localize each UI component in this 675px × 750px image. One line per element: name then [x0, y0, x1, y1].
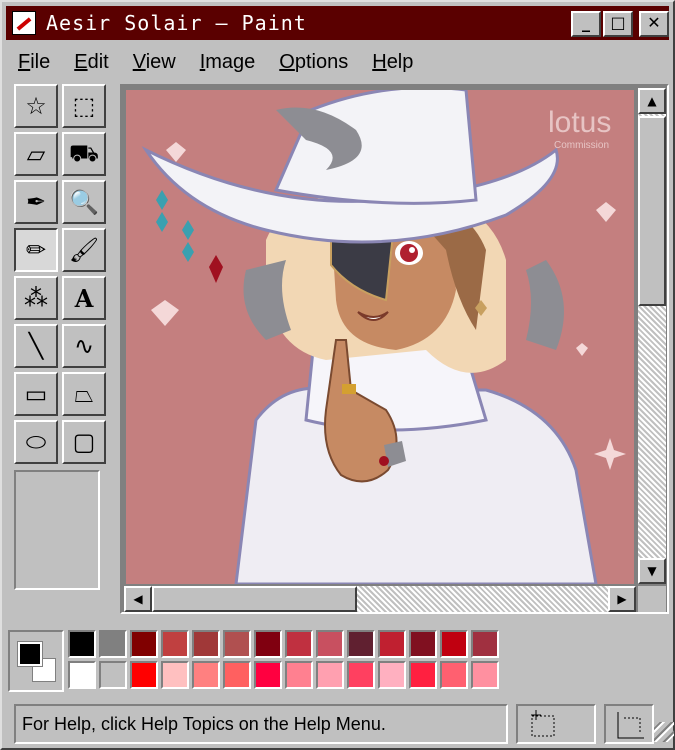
palette-swatch[interactable]: [223, 630, 251, 658]
scroll-left-arrow-icon[interactable]: ◀: [124, 586, 152, 612]
palette-swatch[interactable]: [68, 630, 96, 658]
magnifier-icon: 🔍: [69, 188, 99, 216]
palette-swatch[interactable]: [347, 661, 375, 689]
palette-swatch[interactable]: [378, 630, 406, 658]
eraser-icon: ▱: [26, 140, 46, 168]
rounded-rect-icon: ▢: [72, 428, 96, 456]
menu-options[interactable]: Options: [267, 51, 360, 74]
palette-swatch[interactable]: [316, 630, 344, 658]
rectangle-icon: ▭: [24, 380, 48, 408]
menu-help[interactable]: Help: [360, 51, 425, 74]
paint-app-icon[interactable]: [12, 11, 36, 35]
selection-size-panel: [604, 704, 654, 744]
text-icon: A: [74, 283, 94, 313]
title-bar[interactable]: Aesir Solair – Paint _ □ ✕: [6, 6, 669, 40]
palette-swatch[interactable]: [130, 661, 158, 689]
line-tool[interactable]: ╲: [14, 324, 58, 368]
magnifier-tool[interactable]: 🔍: [62, 180, 106, 224]
paint-window: Aesir Solair – Paint _ □ ✕ File Edit View I…: [0, 0, 675, 750]
fill-bucket-icon: ⛟: [68, 138, 100, 167]
horizontal-scrollbar[interactable]: ◀ ▶: [124, 586, 636, 612]
color-palette: [8, 626, 671, 696]
palette-swatch[interactable]: [285, 630, 313, 658]
window-title: Aesir Solair – Paint: [46, 11, 307, 35]
current-colors[interactable]: [8, 630, 64, 692]
canvas-frame: lotus Commission ▲ ▼ ◀ ▶: [120, 84, 669, 614]
status-text: For Help, click Help Topics on the Help …: [14, 704, 508, 744]
brush-tool[interactable]: 🖌: [62, 228, 106, 272]
scroll-corner: [638, 586, 666, 612]
rect-select-icon: ⬚: [72, 92, 96, 120]
palette-swatch[interactable]: [409, 661, 437, 689]
watermark-sub: Commission: [554, 140, 609, 151]
artwork: lotus Commission: [126, 90, 634, 584]
palette-swatch[interactable]: [161, 661, 189, 689]
palette-swatch[interactable]: [223, 661, 251, 689]
airbrush-tool[interactable]: ⁂: [14, 276, 58, 320]
ellipse-tool[interactable]: ⬭: [14, 420, 58, 464]
palette-swatch[interactable]: [471, 630, 499, 658]
palette-swatch[interactable]: [161, 630, 189, 658]
palette-swatch[interactable]: [192, 661, 220, 689]
horizontal-scroll-thumb[interactable]: [152, 586, 357, 612]
menu-image[interactable]: Image: [188, 51, 268, 74]
palette-swatch[interactable]: [378, 661, 406, 689]
palette-swatch[interactable]: [409, 630, 437, 658]
cursor-position-panel: [516, 704, 596, 744]
palette-swatch[interactable]: [99, 630, 127, 658]
curve-icon: ∿: [73, 332, 95, 360]
vertical-scrollbar[interactable]: ▲ ▼: [638, 88, 666, 584]
palette-swatch[interactable]: [68, 661, 96, 689]
cursor-position-icon: [531, 710, 555, 737]
palette-swatch[interactable]: [316, 661, 344, 689]
polygon-icon: ⏢: [74, 380, 94, 408]
free-select-tool[interactable]: ☆: [14, 84, 58, 128]
color-picker-tool[interactable]: ✒: [14, 180, 58, 224]
color-picker-icon: ✒: [25, 188, 47, 216]
foreground-color[interactable]: [17, 641, 43, 667]
maximize-button[interactable]: □: [603, 11, 633, 37]
palette-swatch[interactable]: [440, 661, 468, 689]
fill-bucket-tool[interactable]: ⛟: [62, 132, 106, 176]
polygon-tool[interactable]: ⏢: [62, 372, 106, 416]
menu-edit[interactable]: Edit: [62, 51, 120, 74]
palette-swatch[interactable]: [99, 661, 127, 689]
rounded-rect-tool[interactable]: ▢: [62, 420, 106, 464]
pencil-icon: ✏: [25, 236, 47, 264]
airbrush-icon: ⁂: [24, 284, 48, 312]
free-select-icon: ☆: [25, 92, 47, 120]
tool-options-box[interactable]: [14, 470, 100, 590]
eraser-tool[interactable]: ▱: [14, 132, 58, 176]
ellipse-icon: ⬭: [25, 428, 47, 456]
menu-bar: File Edit View Image Options Help: [6, 44, 669, 80]
palette-swatch[interactable]: [471, 661, 499, 689]
menu-file[interactable]: File: [6, 51, 62, 74]
menu-view[interactable]: View: [121, 51, 188, 74]
scroll-up-arrow-icon[interactable]: ▲: [638, 88, 666, 114]
palette-swatch[interactable]: [254, 630, 282, 658]
palette-swatch[interactable]: [254, 661, 282, 689]
minimize-button[interactable]: _: [571, 11, 601, 37]
palette-swatch[interactable]: [192, 630, 220, 658]
palette-swatch[interactable]: [285, 661, 313, 689]
scroll-right-arrow-icon[interactable]: ▶: [608, 586, 636, 612]
watermark-text: lotus: [548, 106, 611, 139]
drawing-canvas[interactable]: lotus Commission: [126, 90, 634, 584]
scroll-down-arrow-icon[interactable]: ▼: [638, 558, 666, 584]
brush-icon: 🖌: [68, 236, 100, 264]
vertical-scroll-thumb[interactable]: [638, 116, 666, 306]
selection-size-icon: [617, 712, 644, 739]
status-bar: For Help, click Help Topics on the Help …: [14, 704, 674, 744]
text-tool[interactable]: A: [62, 276, 106, 320]
palette-swatch[interactable]: [440, 630, 468, 658]
rectangle-tool[interactable]: ▭: [14, 372, 58, 416]
resize-grip-icon[interactable]: [654, 722, 674, 742]
close-button[interactable]: ✕: [639, 11, 669, 37]
palette-swatch[interactable]: [347, 630, 375, 658]
rect-select-tool[interactable]: ⬚: [62, 84, 106, 128]
palette-swatch[interactable]: [130, 630, 158, 658]
curve-tool[interactable]: ∿: [62, 324, 106, 368]
line-icon: ╲: [28, 332, 44, 360]
pencil-tool[interactable]: ✏: [14, 228, 58, 272]
